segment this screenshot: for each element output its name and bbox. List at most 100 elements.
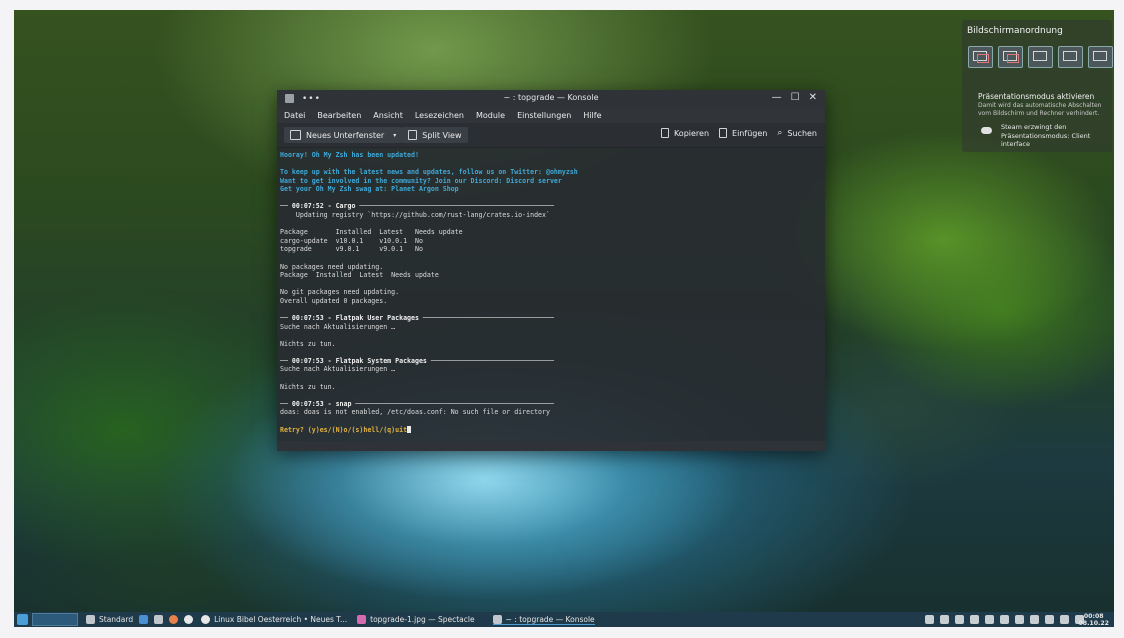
firefox-icon[interactable] xyxy=(169,615,179,624)
battery-icon[interactable] xyxy=(1030,615,1039,624)
terminal-line: Suche nach Aktualisierungen … xyxy=(280,365,396,374)
maximize-icon[interactable]: ☐ xyxy=(791,92,800,103)
display-mode-extend-right-button[interactable] xyxy=(1058,46,1083,68)
terminal-line: topgrade v9.0.1 v9.0.1 No xyxy=(280,245,423,254)
task-label: topgrade-1.jpg — Spectacle xyxy=(370,615,475,624)
search-label: Suchen xyxy=(787,128,817,138)
terminal-line: To keep up with the latest news and upda… xyxy=(280,168,578,177)
task-browser[interactable]: Linux Bibel Oesterreich • Neues T... xyxy=(201,615,347,624)
task-spectacle[interactable]: topgrade-1.jpg — Spectacle xyxy=(357,615,475,624)
minimize-icon[interactable]: — xyxy=(772,92,782,103)
digital-clock[interactable]: 00:08 08.10.22 xyxy=(1078,613,1109,627)
terminal-line: Overall updated 0 packages. xyxy=(280,296,388,305)
menu-lesezeichen[interactable]: Lesezeichen xyxy=(415,111,464,120)
new-tab-label: Neues Unterfenster xyxy=(306,130,385,140)
display-config-popup: Bildschirmanordnung Präsentationsmodus a… xyxy=(962,20,1113,152)
volume-icon[interactable] xyxy=(1045,615,1054,624)
task-label: Linux Bibel Oesterreich • Neues T... xyxy=(214,615,348,624)
activity-icon xyxy=(86,615,95,624)
network-icon[interactable] xyxy=(1060,615,1069,624)
terminal-line: Nichts zu tun. xyxy=(280,382,336,391)
menu-einstellungen[interactable]: Einstellungen xyxy=(517,111,571,120)
clipboard-icon[interactable] xyxy=(1000,615,1009,624)
chrome-icon xyxy=(201,615,211,624)
terminal-output[interactable]: Hooray! Oh My Zsh has been updated! To k… xyxy=(277,149,825,441)
terminal-line: cargo-update v10.0.1 v10.0.1 No xyxy=(280,236,423,245)
window-bottom-edge xyxy=(277,441,825,451)
chevron-down-icon[interactable]: ▾ xyxy=(393,132,396,139)
copy-icon xyxy=(660,128,669,138)
split-view-button[interactable]: Split View xyxy=(402,127,468,143)
spectacle-icon xyxy=(357,615,367,624)
terminal-line: Hooray! Oh My Zsh has been updated! xyxy=(280,151,419,159)
menu-hilfe[interactable]: Hilfe xyxy=(583,111,601,120)
task-label: ~ : topgrade — Konsole xyxy=(505,614,595,624)
menu-bearbeiten[interactable]: Bearbeiten xyxy=(317,111,361,120)
menu-ansicht[interactable]: Ansicht xyxy=(373,111,403,120)
display-mode-extend-left-button[interactable] xyxy=(1028,46,1053,68)
steam-inhibitor-item: Steam erzwingt den Präsentationsmodus: C… xyxy=(978,123,1090,149)
bluetooth-icon[interactable] xyxy=(1015,615,1024,624)
terminal-line: Want to get involved in the community? J… xyxy=(280,176,562,185)
terminal-line: No packages need updating. xyxy=(280,262,384,271)
steam-icon[interactable] xyxy=(985,615,994,624)
terminal-line: Suche nach Aktualisierungen … xyxy=(280,322,396,331)
display-modes xyxy=(968,46,1113,68)
konsole-window[interactable]: ••• ~ : topgrade — Konsole — ☐ ✕ Datei B… xyxy=(277,90,825,451)
display-mode-switch-button[interactable] xyxy=(968,46,993,68)
text-cursor xyxy=(407,425,412,433)
presentation-mode-description: Damit wird das automatische Abschalten v… xyxy=(978,102,1102,117)
terminal-line: Package Installed Latest Needs update xyxy=(280,228,463,237)
activity-label: Standard xyxy=(99,615,134,624)
menu-module[interactable]: Module xyxy=(476,111,505,120)
steam-inhibitor-text: Steam erzwingt den Präsentationsmodus: C… xyxy=(1001,123,1091,148)
terminal-section-header: ── 00:07:52 - Cargo ────────────────────… xyxy=(280,202,554,211)
popup-title: Bildschirmanordnung xyxy=(967,26,1063,36)
paste-button[interactable]: Einfügen xyxy=(717,128,769,138)
terminal-line: Package Installed Latest Needs update xyxy=(280,271,439,280)
clock-date: 08.10.22 xyxy=(1078,620,1109,627)
new-tab-icon xyxy=(290,130,301,140)
steam-icon xyxy=(978,123,996,139)
terminal-section-header: ── 00:07:53 - snap ─────────────────────… xyxy=(280,399,554,408)
split-view-icon xyxy=(408,130,418,140)
terminal-line: Nichts zu tun. xyxy=(280,339,336,348)
presentation-mode-toggle[interactable]: Präsentationsmodus aktivieren xyxy=(978,92,1094,101)
file-manager-icon[interactable] xyxy=(154,615,164,624)
application-launcher-icon[interactable] xyxy=(17,614,28,625)
display-mode-clone-button[interactable] xyxy=(998,46,1023,68)
tray-app-icon[interactable] xyxy=(925,615,934,624)
monitor-icon xyxy=(1033,51,1047,61)
tray-mail-icon[interactable] xyxy=(955,615,964,624)
monitor-icon xyxy=(1063,51,1077,61)
task-konsole[interactable]: ~ : topgrade — Konsole xyxy=(492,614,595,625)
terminal-line: doas: doas is not enabled, /etc/doas.con… xyxy=(280,408,550,417)
tray-display-icon[interactable] xyxy=(940,615,949,624)
clock-time: 00:08 xyxy=(1083,613,1104,620)
menu-datei[interactable]: Datei xyxy=(284,111,305,120)
monitor-icon xyxy=(1093,51,1107,61)
terminal-line: Updating registry `https://github.com/ru… xyxy=(280,211,550,220)
copy-button[interactable]: Kopieren xyxy=(659,128,711,138)
search-icon: ⌕ xyxy=(777,128,783,138)
copy-label: Kopieren xyxy=(673,128,710,138)
monitor-secondary-icon xyxy=(977,54,989,63)
system-tray xyxy=(925,615,1084,624)
retry-prompt: Retry? (y)es/(N)o/(s)hell/(q)uit xyxy=(280,425,408,434)
tray-updates-icon[interactable] xyxy=(970,615,979,624)
chrome-icon[interactable] xyxy=(184,615,194,624)
search-button[interactable]: ⌕ Suchen xyxy=(775,128,819,138)
close-icon[interactable]: ✕ xyxy=(809,92,817,103)
terminal-line: Get your Oh My Zsh swag at: Planet Argon… xyxy=(280,185,459,194)
taskbar: Standard Linux Bibel Oesterreich • Neues… xyxy=(14,612,1114,627)
paste-icon xyxy=(719,128,728,138)
show-desktop-icon[interactable] xyxy=(139,615,149,624)
display-mode-single-button[interactable] xyxy=(1088,46,1113,68)
new-tab-button[interactable]: Neues Unterfenster ▾ xyxy=(284,127,403,143)
virtual-desktop-pager[interactable] xyxy=(32,613,78,626)
activity-switcher[interactable]: Standard xyxy=(86,615,133,624)
window-titlebar[interactable]: ••• ~ : topgrade — Konsole — ☐ ✕ xyxy=(277,90,825,107)
window-title: ~ : topgrade — Konsole xyxy=(503,93,599,102)
split-view-label: Split View xyxy=(422,130,462,140)
toolbar: Neues Unterfenster ▾ Split View Kopieren… xyxy=(277,123,825,148)
